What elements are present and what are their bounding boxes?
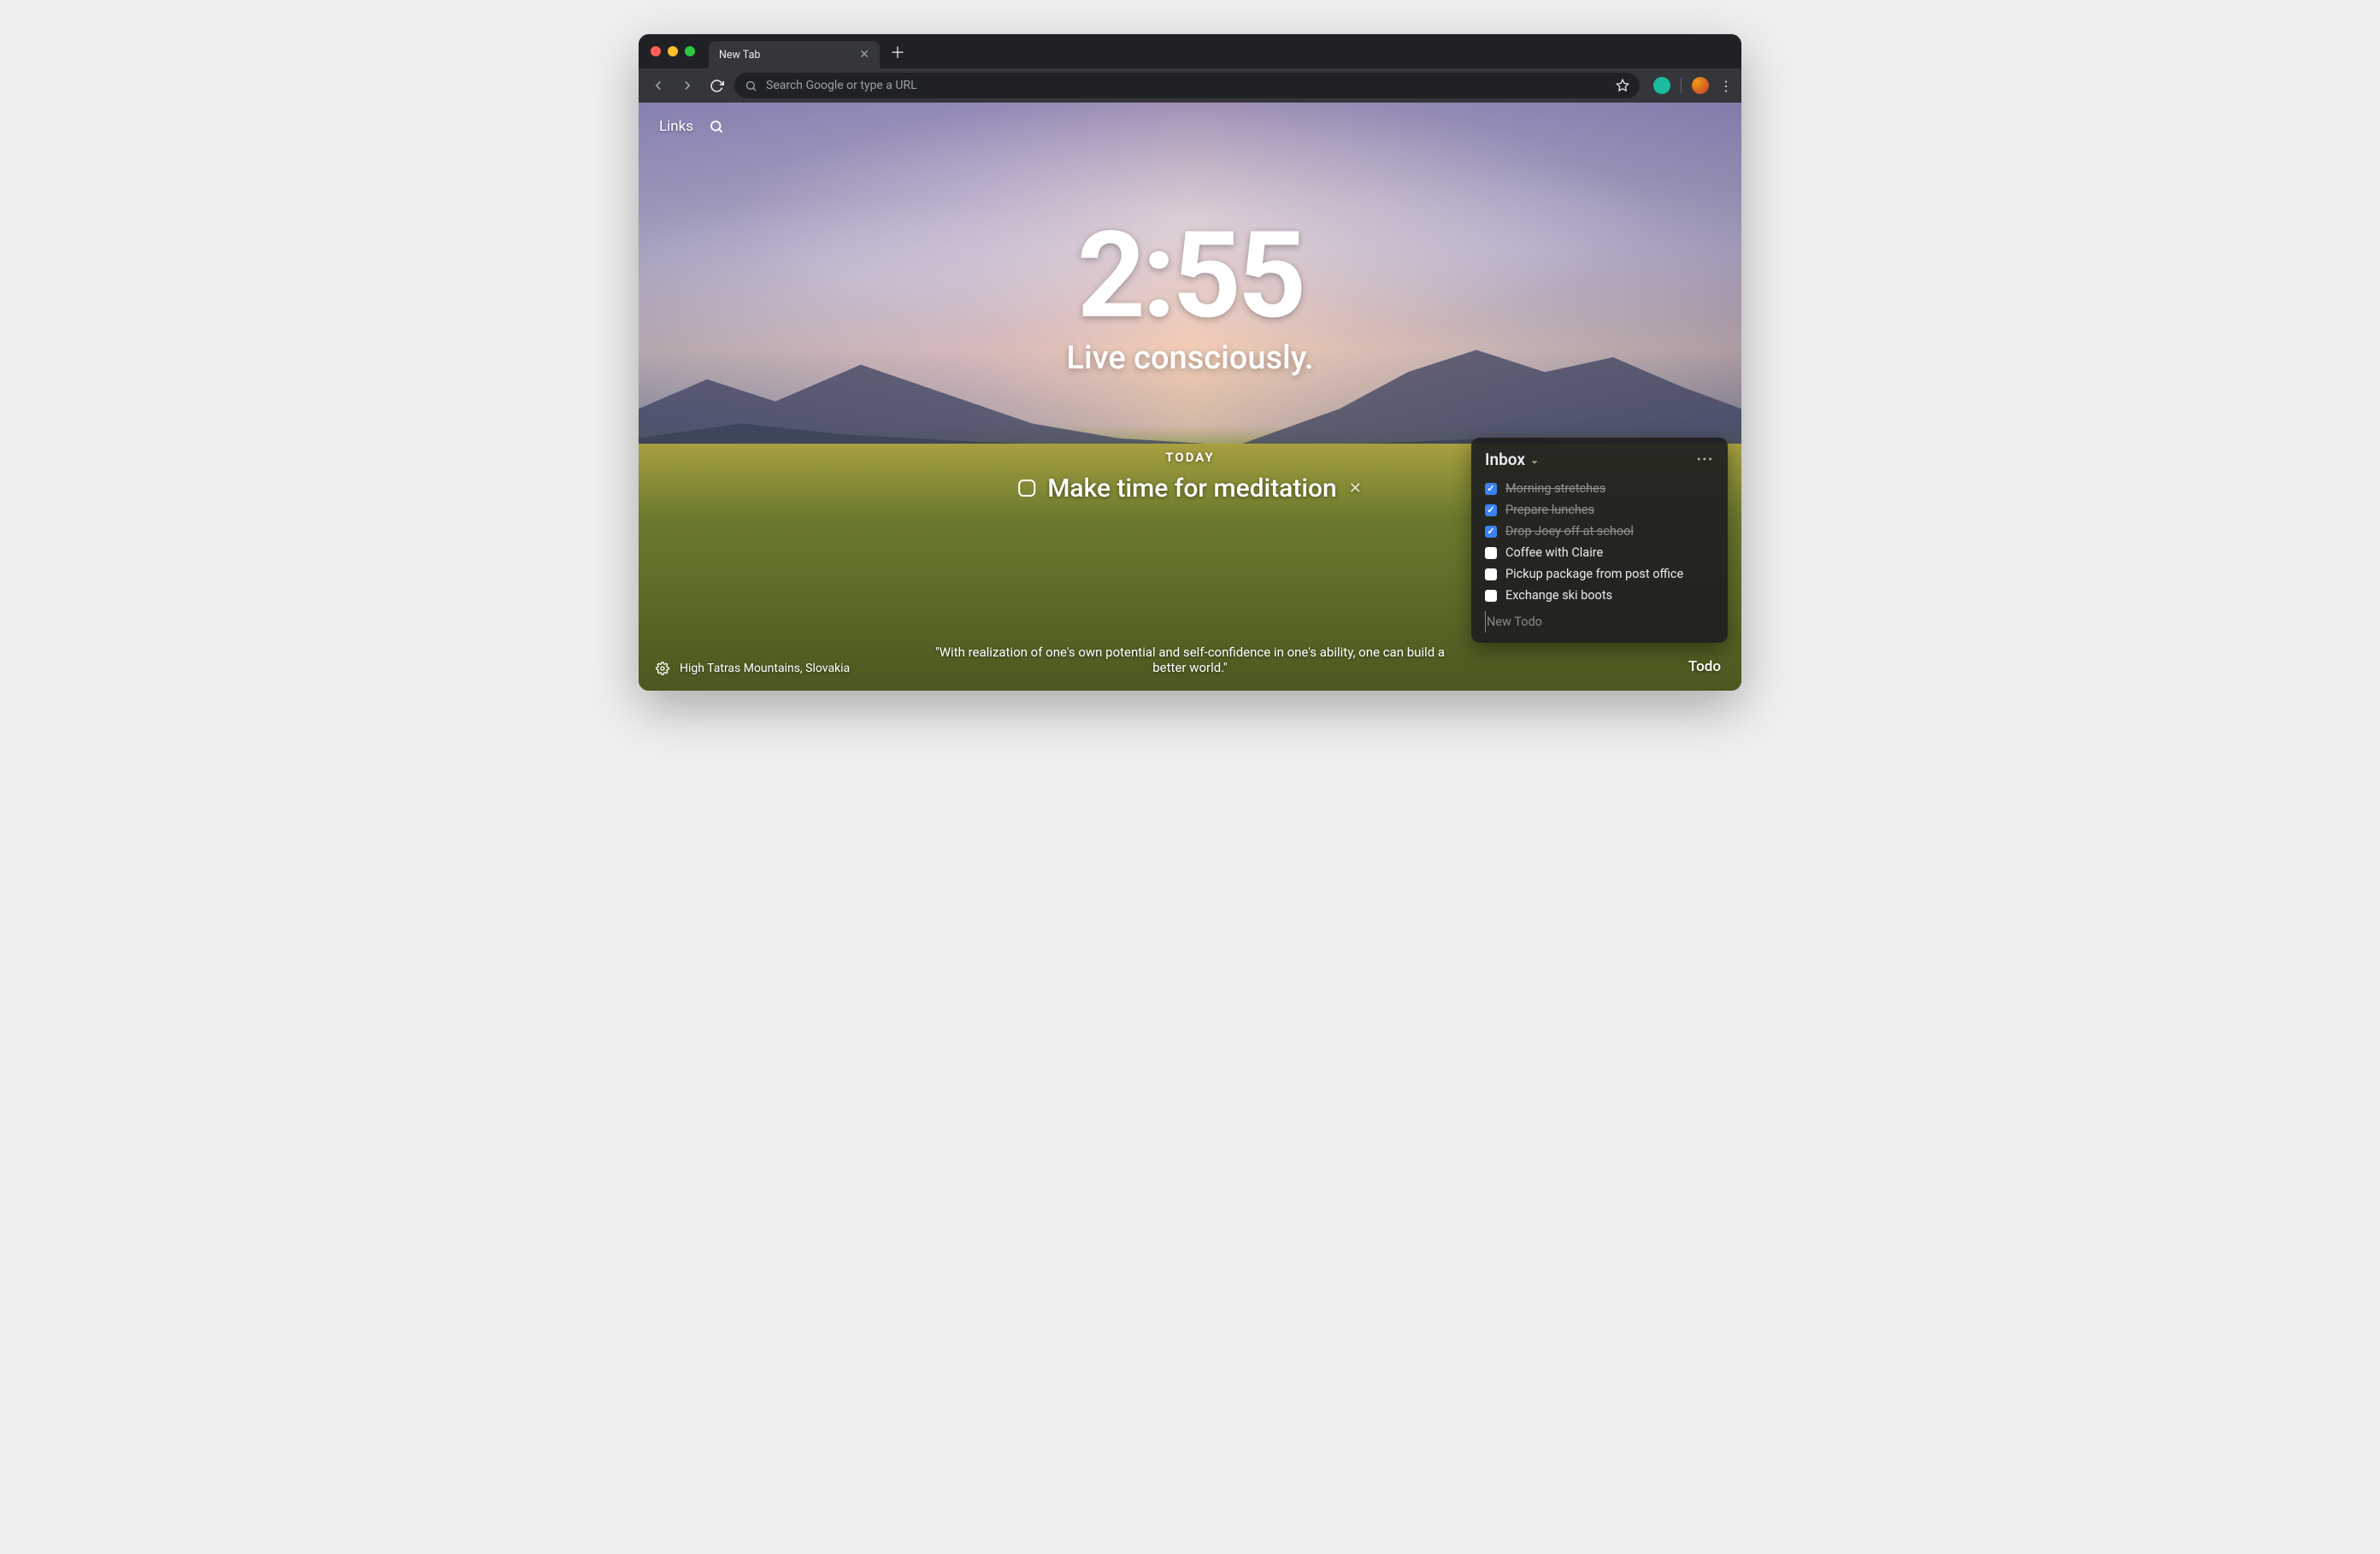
todo-item-label: Prepare lunches [1505,503,1594,517]
focus-label: TODAY [1018,450,1362,465]
todo-more-button[interactable]: ••• [1697,453,1714,467]
todo-panel: Inbox ⌄ ••• Morning stretches Prepare lun… [1471,438,1728,643]
todo-list-title: Inbox [1485,450,1525,469]
focus-block: TODAY Make time for meditation ✕ [1018,450,1362,503]
minimize-window-button[interactable] [668,46,678,56]
todo-toggle-button[interactable]: Todo [1688,658,1721,675]
links-button[interactable]: Links [659,118,693,135]
todo-item[interactable]: Morning stretches [1485,478,1714,499]
address-bar[interactable]: Search Google or type a URL [734,73,1640,98]
forward-button[interactable] [676,74,698,97]
tab-bar: New Tab ✕ ＋ [639,34,1741,68]
browser-menu-button[interactable]: ⋮ [1719,78,1733,94]
reload-button[interactable] [705,74,728,97]
browser-window: New Tab ✕ ＋ Search Google or type a URL … [639,34,1741,691]
search-icon[interactable] [709,119,724,134]
todo-checkbox[interactable] [1485,526,1497,538]
new-tab-button[interactable]: ＋ [890,46,905,62]
todo-checkbox[interactable] [1485,590,1497,602]
search-icon [745,79,757,92]
close-tab-icon[interactable]: ✕ [859,49,869,61]
todo-item-label: Pickup package from post office [1505,567,1683,581]
todo-item[interactable]: Pickup package from post office [1485,563,1714,585]
toolbar: Search Google or type a URL ⋮ [639,68,1741,103]
profile-avatar-icon[interactable] [1692,77,1709,94]
todo-checkbox[interactable] [1485,483,1497,495]
separator [1681,78,1682,93]
todo-item[interactable]: Drop Joey off at school [1485,521,1714,542]
browser-tab[interactable]: New Tab ✕ [709,41,880,68]
quote-text[interactable]: "With realization of one's own potential… [934,645,1446,675]
clock-time: 2:55 [1067,216,1314,336]
tab-title: New Tab [719,49,760,62]
todo-item-label: Coffee with Claire [1505,545,1603,560]
focus-clear-icon[interactable]: ✕ [1349,480,1362,497]
back-button[interactable] [647,74,669,97]
arrow-left-icon [651,78,666,93]
close-window-button[interactable] [651,46,661,56]
todo-header: Inbox ⌄ ••• [1485,450,1714,469]
todo-item[interactable]: Exchange ski boots [1485,585,1714,606]
todo-list-selector[interactable]: Inbox ⌄ [1485,450,1539,469]
todo-item[interactable]: Prepare lunches [1485,499,1714,521]
gear-icon[interactable] [656,662,669,675]
bookmark-star-icon[interactable] [1616,79,1629,92]
todo-item-label: Exchange ski boots [1505,588,1612,603]
toolbar-right: ⋮ [1653,77,1733,94]
todo-checkbox[interactable] [1485,568,1497,580]
todo-items-list: Morning stretches Prepare lunches Drop Joe… [1485,478,1714,606]
focus-checkbox[interactable] [1018,480,1035,497]
todo-item-label: Morning stretches [1505,481,1605,496]
focus-row: Make time for meditation ✕ [1018,474,1362,503]
arrow-right-icon [680,78,695,93]
omnibox-placeholder: Search Google or type a URL [766,79,917,92]
focus-text: Make time for meditation [1047,474,1337,503]
chevron-down-icon: ⌄ [1530,454,1539,466]
todo-checkbox[interactable] [1485,504,1497,516]
center-block: 2:55 Live consciously. [1067,216,1314,377]
top-left-bar: Links [659,118,724,135]
window-controls [651,46,695,56]
new-todo-input[interactable]: New Todo [1485,611,1714,633]
maximize-window-button[interactable] [685,46,695,56]
todo-item[interactable]: Coffee with Claire [1485,542,1714,563]
todo-item-label: Drop Joey off at school [1505,524,1634,539]
extension-avatar-icon[interactable] [1653,77,1670,94]
mantra-text: Live consciously. [1067,339,1314,377]
todo-checkbox[interactable] [1485,547,1497,559]
bottom-left-bar: High Tatras Mountains, Slovakia [656,662,850,675]
photo-location[interactable]: High Tatras Mountains, Slovakia [680,662,850,675]
reload-icon [710,79,724,93]
new-tab-page: Links 2:55 Live consciously. TODAY Make … [639,103,1741,691]
